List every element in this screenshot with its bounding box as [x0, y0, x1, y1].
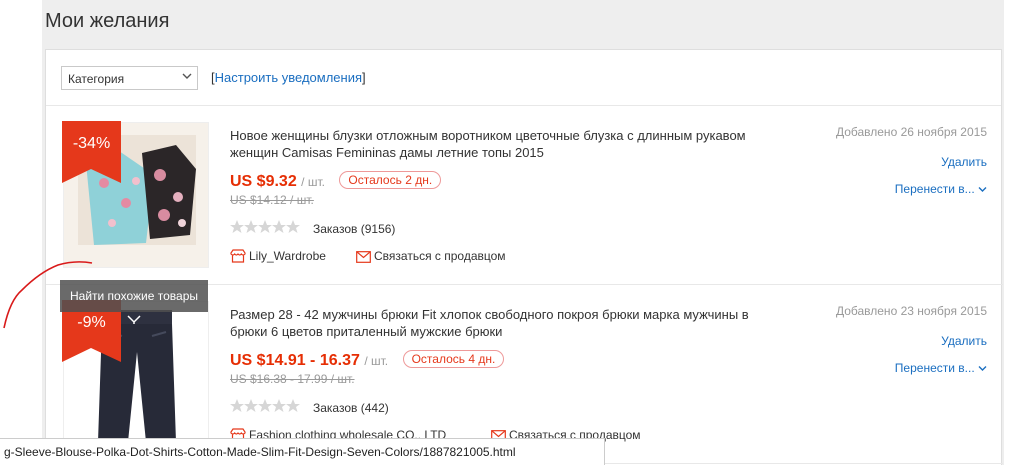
contact-seller-link[interactable]: Связаться с продавцом: [356, 249, 506, 263]
page-title: Мои желания: [45, 10, 170, 32]
store-link[interactable]: Lily_Wardrobe: [230, 249, 326, 263]
store-icon: [230, 249, 246, 263]
category-select[interactable]: Категория: [61, 66, 198, 90]
store-name: Lily_Wardrobe: [249, 249, 326, 263]
star-icons: [230, 220, 300, 233]
product-price: US $14.91 - 16.37 / шт. Осталось 4 дн.: [230, 350, 505, 370]
delete-link[interactable]: Удалить: [941, 155, 987, 169]
wishlist-panel: Категория [Настроить уведомления] -34% Н…: [45, 49, 1003, 465]
price-value: US $14.91 - 16.37: [230, 352, 360, 369]
notify-settings-link[interactable]: Настроить уведомления: [215, 70, 362, 85]
old-price: US $14.12 / шт.: [230, 193, 314, 207]
old-price: US $16.38 - 17.99 / шт.: [230, 372, 355, 386]
move-label: Перенести в...: [894, 182, 975, 196]
added-date: Добавлено 23 ноября 2015: [835, 304, 987, 318]
time-left-badge: Осталось 2 дн.: [339, 171, 442, 189]
chevron-down-icon: [978, 366, 987, 371]
delete-link[interactable]: Удалить: [941, 334, 987, 348]
contact-label: Связаться с продавцом: [374, 249, 506, 263]
price-unit: / шт.: [364, 354, 389, 368]
move-to-dropdown[interactable]: Перенести в...: [895, 182, 987, 196]
rating-stars: [230, 399, 300, 418]
product-price: US $9.32 / шт. Осталось 2 дн.: [230, 171, 442, 191]
product-title[interactable]: Размер 28 - 42 мужчины брюки Fit хлопок …: [230, 306, 770, 340]
bracket-close: ]: [362, 70, 366, 85]
move-to-dropdown[interactable]: Перенести в...: [895, 361, 987, 375]
chevron-down-icon: [978, 187, 987, 192]
time-left-badge: Осталось 4 дн.: [402, 350, 505, 368]
discount-badge: -34%: [62, 121, 121, 183]
browser-status-bar: g-Sleeve-Blouse-Polka-Dot-Shirts-Cotton-…: [0, 438, 605, 465]
price-unit: / шт.: [301, 175, 325, 189]
notify-settings: [Настроить уведомления]: [211, 70, 366, 85]
orders-count: Заказов (9156): [313, 222, 396, 236]
chevron-down-icon: [182, 73, 192, 79]
mail-icon: [356, 251, 371, 263]
page-wrap: Мои желания Категория [Настроить уведомл…: [42, 0, 1004, 465]
category-select-value: Категория: [68, 72, 125, 86]
move-label: Перенести в...: [894, 361, 975, 375]
price-value: US $9.32: [230, 173, 297, 190]
red-annotation-curve: [3, 261, 93, 329]
toolbar: Категория [Настроить уведомления]: [46, 50, 1001, 106]
wishlist-item: -34% Найти похожие товары Новое женщины …: [46, 107, 1003, 312]
orders-count: Заказов (442): [313, 401, 389, 415]
rating-stars: [230, 220, 300, 239]
product-title[interactable]: Новое женщины блузки отложным воротником…: [230, 127, 770, 161]
star-icons: [230, 399, 300, 412]
added-date: Добавлено 26 ноября 2015: [835, 125, 987, 139]
